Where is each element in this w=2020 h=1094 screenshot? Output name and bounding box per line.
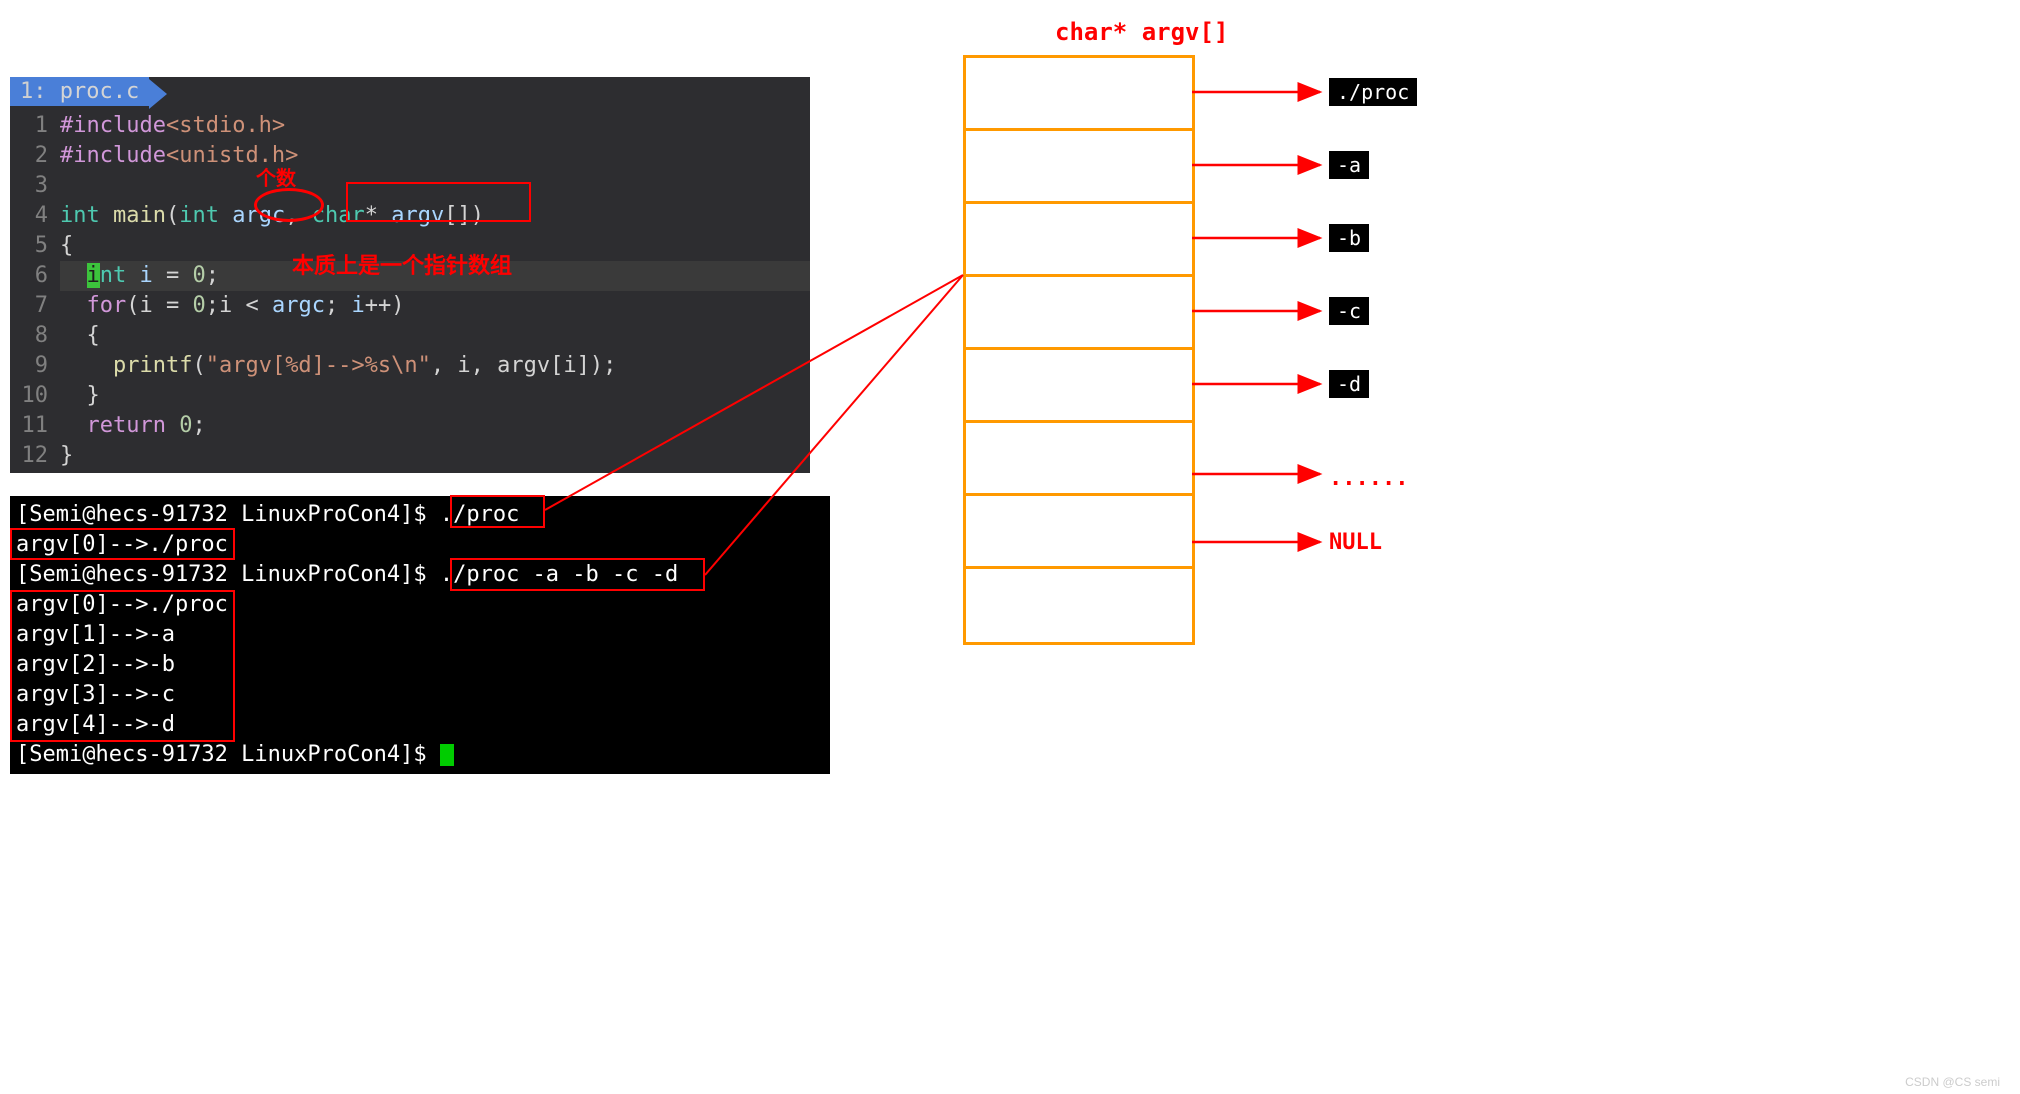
- label-d: -d: [1329, 370, 1369, 398]
- code-line: 8 {: [10, 321, 810, 351]
- term-line: [Semi@hecs-91732 LinuxProCon4]$: [16, 740, 824, 770]
- watermark: CSDN @CS semi: [1905, 1075, 2000, 1089]
- code-line: 12}: [10, 441, 810, 471]
- code-line: 11 return 0;: [10, 411, 810, 441]
- argv-cell: [966, 277, 1192, 350]
- argv-box: [346, 182, 531, 222]
- argv0-box: [10, 528, 235, 560]
- argv-table: [963, 55, 1195, 645]
- argv-cell: [966, 496, 1192, 569]
- code-line: 2#include<unistd.h>: [10, 141, 810, 171]
- argv-cell: [966, 204, 1192, 277]
- proc-cmd-box: [450, 495, 545, 528]
- argv-output-box: [10, 590, 235, 742]
- label-c: -c: [1329, 297, 1369, 325]
- code-line: 1#include<stdio.h>: [10, 111, 810, 141]
- label-null: NULL: [1329, 530, 1382, 555]
- code-body[interactable]: 1#include<stdio.h> 2#include<unistd.h> 3…: [10, 109, 810, 473]
- code-line: 10 }: [10, 381, 810, 411]
- label-b: -b: [1329, 224, 1369, 252]
- file-tab[interactable]: 1: proc.c: [10, 77, 149, 106]
- argv-cell: [966, 131, 1192, 204]
- argv-cell: [966, 423, 1192, 496]
- code-line: 9 printf("argv[%d]-->%s\n", i, argv[i]);: [10, 351, 810, 381]
- zhizhen-label: 本质上是一个指针数组: [292, 248, 512, 280]
- argv-cell: [966, 350, 1192, 423]
- code-line: 7 for(i = 0;i < argc; i++): [10, 291, 810, 321]
- argv-cell: [966, 569, 1192, 642]
- label-a: -a: [1329, 151, 1369, 179]
- tab-arrow-icon: [149, 79, 167, 109]
- label-ellipsis: ......: [1329, 466, 1408, 491]
- label-proc: ./proc: [1329, 78, 1417, 106]
- term-line: [Semi@hecs-91732 LinuxProCon4]$ ./proc: [16, 500, 824, 530]
- argv-title: char* argv[]: [1055, 18, 1228, 46]
- proc-args-box: [450, 558, 705, 591]
- geshu-label: 个数: [256, 162, 296, 191]
- argv-cell: [966, 58, 1192, 131]
- cursor-block-icon: [440, 744, 454, 766]
- argc-circle: [254, 188, 324, 222]
- tab-bar: 1: proc.c: [10, 77, 810, 109]
